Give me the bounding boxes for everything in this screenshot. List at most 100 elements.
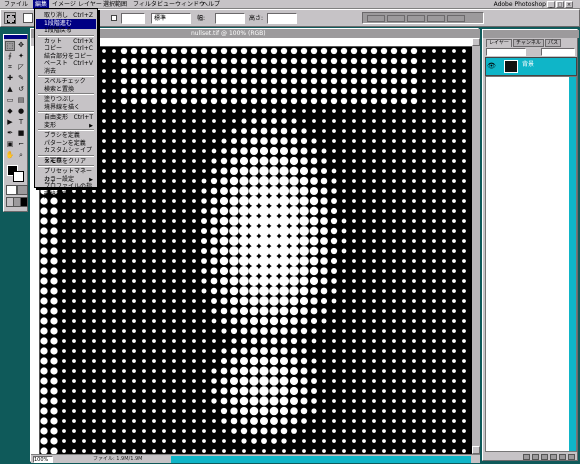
background-color-swatch[interactable]: [13, 171, 24, 182]
new-set-icon[interactable]: [541, 454, 548, 460]
toolbox-titlebar[interactable]: [4, 35, 27, 39]
eraser-icon[interactable]: ▭: [5, 96, 15, 106]
halftone-dot: [462, 289, 466, 293]
dodge-icon[interactable]: ●: [16, 107, 26, 117]
halftone-dot: [342, 289, 346, 293]
vertical-scrollbar[interactable]: [472, 38, 480, 454]
halftone-dot: [112, 419, 116, 423]
halftone-dot: [259, 386, 269, 396]
document-title[interactable]: nullset.tif @ 100% (RGB): [31, 29, 480, 38]
halftone-dot: [240, 67, 248, 75]
halftone-dot: [392, 349, 396, 353]
eye-icon[interactable]: 👁: [487, 60, 496, 73]
layer-style-icon[interactable]: [523, 454, 530, 460]
move-icon[interactable]: ✥: [16, 41, 26, 51]
screen-mode-icon[interactable]: [20, 197, 28, 207]
pen-icon[interactable]: ✒: [5, 129, 15, 139]
halftone-dot: [248, 215, 260, 227]
feather-field[interactable]: [121, 13, 145, 24]
path-select-icon[interactable]: ▶: [5, 118, 15, 128]
tab-channels[interactable]: チャンネル: [513, 39, 544, 47]
notes-icon[interactable]: ▣: [5, 140, 15, 150]
gradient-icon[interactable]: ▤: [16, 96, 26, 106]
style-select[interactable]: 標準: [151, 13, 191, 24]
halftone-dot: [332, 149, 336, 153]
hand-icon[interactable]: ✋: [5, 151, 15, 161]
quickmask-mode-icon[interactable]: [17, 185, 28, 195]
halftone-dot: [132, 269, 136, 273]
menu-help[interactable]: ヘルプ: [200, 0, 222, 9]
shape-icon[interactable]: ■: [16, 129, 26, 139]
lasso-icon[interactable]: ∮: [5, 52, 15, 62]
halftone-dot: [340, 87, 348, 95]
halftone-dot: [172, 239, 176, 243]
tab-paths[interactable]: パス: [545, 39, 562, 47]
halftone-dot: [362, 449, 366, 453]
palette-tab[interactable]: [447, 15, 465, 22]
antialias-checkbox[interactable]: [111, 15, 117, 21]
halftone-dot: [142, 399, 146, 403]
palette-tab[interactable]: [427, 15, 445, 22]
tool-preset-icon[interactable]: [4, 12, 16, 24]
scroll-down-icon[interactable]: [472, 446, 480, 454]
halftone-dot: [92, 309, 96, 313]
scroll-up-icon[interactable]: [472, 38, 480, 46]
halftone-dot: [392, 139, 396, 143]
halftone-dot: [172, 319, 176, 323]
halftone-dot: [300, 307, 308, 315]
zoom-icon[interactable]: ⌕: [16, 151, 26, 161]
menu-item-label: 環境設定: [44, 190, 69, 198]
maximize-icon[interactable]: □: [556, 1, 564, 8]
halftone-dot: [102, 239, 106, 243]
history-brush-icon[interactable]: ↺: [16, 85, 26, 95]
halftone-dot: [162, 139, 166, 143]
halftone-dot: [112, 399, 116, 403]
blend-mode-select[interactable]: [486, 48, 526, 56]
halftone-dot: [271, 438, 277, 444]
halftone-dot: [192, 249, 196, 253]
close-icon[interactable]: ×: [565, 1, 573, 8]
halftone-dot: [230, 67, 238, 75]
halftone-dot: [72, 289, 76, 293]
trash-icon[interactable]: [568, 454, 575, 460]
crop-icon[interactable]: ⌗: [5, 63, 15, 73]
wand-icon[interactable]: ✦: [16, 52, 26, 62]
blur-icon[interactable]: ◆: [5, 107, 15, 117]
eyedropper-icon[interactable]: ⌐: [16, 140, 26, 150]
palette-tab[interactable]: [407, 15, 425, 22]
horizontal-scrollbar[interactable]: [171, 456, 471, 463]
zoom-field[interactable]: 100%: [33, 456, 53, 463]
palette-tab[interactable]: [367, 15, 385, 22]
halftone-dot: [122, 189, 126, 193]
layers-scrollbar[interactable]: [569, 77, 576, 451]
stamp-icon[interactable]: ▲: [5, 85, 15, 95]
halftone-dot: [112, 149, 116, 153]
palette-tab[interactable]: [387, 15, 405, 22]
type-icon[interactable]: T: [16, 118, 26, 128]
new-layer-icon[interactable]: [559, 454, 566, 460]
halftone-dot: [249, 306, 259, 316]
new-selection-icon[interactable]: [23, 13, 33, 23]
tab-layers[interactable]: レイヤー: [486, 39, 512, 47]
opacity-field[interactable]: [541, 48, 575, 56]
standard-mode-icon[interactable]: [6, 185, 17, 195]
halftone-dot: [102, 179, 106, 183]
halftone-dot: [462, 209, 466, 213]
marquee-icon[interactable]: ⬚: [5, 41, 15, 51]
adjustment-layer-icon[interactable]: [550, 454, 557, 460]
slice-icon[interactable]: ◸: [16, 63, 26, 73]
menu-item[interactable]: 環境設定: [36, 190, 96, 200]
halftone-dot: [251, 118, 257, 124]
layers-titlebar[interactable]: [483, 30, 579, 38]
layer-mask-icon[interactable]: [532, 454, 539, 460]
width-field[interactable]: [215, 13, 245, 24]
minimize-icon[interactable]: _: [547, 1, 555, 8]
height-field[interactable]: [267, 13, 297, 24]
healing-icon[interactable]: ✚: [5, 74, 15, 84]
image-canvas[interactable]: [40, 47, 472, 454]
menu-file[interactable]: ファイル: [2, 0, 30, 9]
layer-row[interactable]: 👁 背景: [485, 57, 577, 76]
halftone-dot: [62, 359, 66, 363]
menu-select[interactable]: 選択範囲: [101, 0, 129, 9]
brush-icon[interactable]: ✎: [16, 74, 26, 84]
